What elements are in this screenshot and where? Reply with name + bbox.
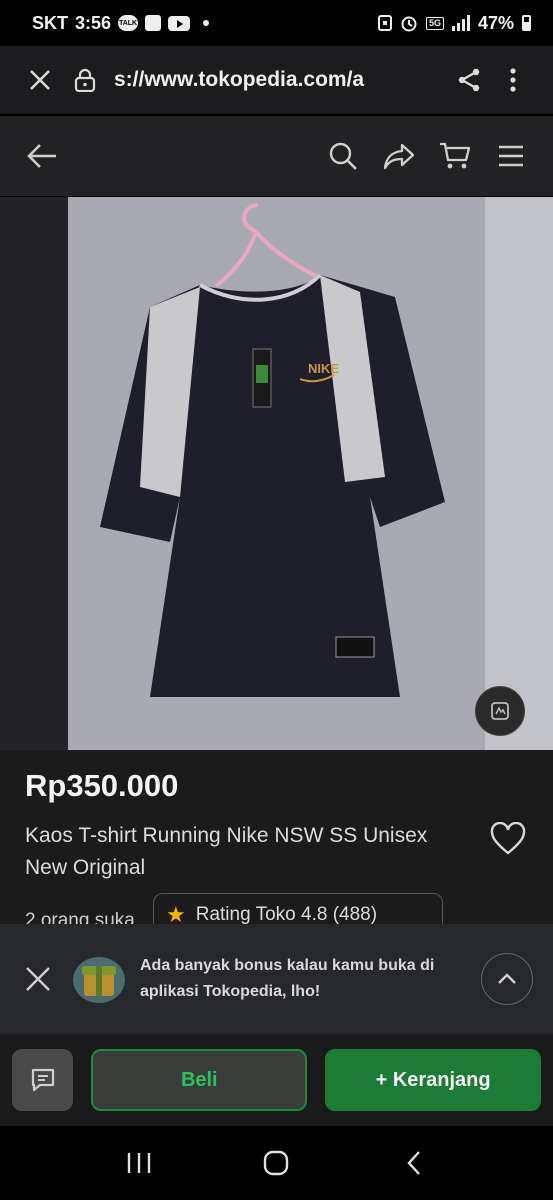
app-promo-banner: Ada banyak bonus kalau kamu buka di apli… (0, 924, 553, 1034)
arrow-left-icon (27, 144, 56, 168)
cart-icon (440, 142, 471, 169)
product-price: Rp350.000 (25, 768, 179, 803)
chat-icon (31, 1068, 54, 1092)
hamburger-icon (499, 145, 523, 167)
back-button[interactable] (20, 134, 64, 178)
sync-icon (377, 15, 392, 31)
status-bar: SKT 3:56 TALK 5G 47% (0, 0, 553, 46)
ar-cube-icon (491, 702, 509, 720)
talk-notification-icon: TALK (118, 15, 139, 31)
share-button[interactable] (447, 58, 491, 102)
browser-url-bar: s://www.tokopedia.com/a (0, 46, 553, 114)
buy-button[interactable]: Beli (91, 1049, 308, 1111)
tshirt-photo: NIKE (100, 203, 445, 697)
close-icon (30, 70, 50, 90)
promo-message: Ada banyak bonus kalau kamu buka di apli… (140, 957, 435, 1000)
home-icon (264, 1150, 289, 1176)
more-notifications-dot-icon (203, 20, 210, 26)
product-image[interactable]: NIKE (0, 197, 553, 750)
add-to-cart-button[interactable]: + Keranjang (325, 1049, 541, 1111)
share-icon (458, 68, 480, 92)
status-right: 5G 47% (377, 12, 531, 34)
purchase-action-bar: Beli + Keranjang (0, 1034, 553, 1126)
home-button[interactable] (251, 1138, 301, 1188)
url-field[interactable]: s://www.tokopedia.com/a (114, 68, 447, 92)
alarm-icon (400, 14, 418, 32)
ar-view-button[interactable] (475, 686, 525, 736)
close-icon (26, 967, 50, 991)
back-chevron-icon (407, 1151, 421, 1175)
store-rating-label: Rating Toko 4.8 (488) (195, 904, 378, 925)
menu-button[interactable] (489, 134, 533, 178)
header-actions (321, 134, 533, 178)
network-type-icon: 5G (425, 16, 444, 30)
system-navigation-bar (0, 1126, 553, 1200)
carrier-label: SKT (32, 12, 68, 33)
youtube-notification-icon (168, 15, 191, 31)
chat-seller-button[interactable] (12, 1049, 74, 1111)
forward-share-icon (383, 143, 415, 170)
product-info: Rp350.000 Kaos T-shirt Running Nike NSW … (0, 750, 553, 937)
search-icon (329, 142, 357, 170)
battery-percent: 47% (477, 12, 514, 33)
recent-apps-icon (127, 1153, 151, 1173)
svg-text:NIKE: NIKE (308, 361, 339, 376)
message-notification-icon (145, 15, 162, 31)
status-left: SKT 3:56 TALK (32, 12, 210, 34)
battery-icon (522, 15, 531, 31)
gift-icon (70, 950, 128, 1008)
lock-icon (74, 68, 96, 92)
heart-icon (490, 821, 526, 855)
recent-apps-button[interactable] (114, 1138, 164, 1188)
more-vertical-icon (510, 68, 516, 92)
wishlist-button[interactable] (490, 821, 526, 858)
expand-promo-button[interactable] (481, 953, 533, 1005)
cart-button[interactable] (433, 134, 477, 178)
product-title: Kaos T-shirt Running Nike NSW SS Unisex … (25, 824, 428, 879)
close-tab-button[interactable] (18, 58, 62, 102)
site-security-button[interactable] (68, 68, 102, 92)
clock: 3:56 (75, 12, 112, 33)
search-button[interactable] (321, 134, 365, 178)
page-header (0, 116, 553, 196)
system-back-button[interactable] (389, 1138, 439, 1188)
chevron-up-icon (498, 973, 516, 984)
share-product-button[interactable] (377, 134, 421, 178)
browser-menu-button[interactable] (491, 58, 535, 102)
close-promo-button[interactable] (20, 961, 56, 997)
signal-strength-icon (451, 15, 470, 31)
